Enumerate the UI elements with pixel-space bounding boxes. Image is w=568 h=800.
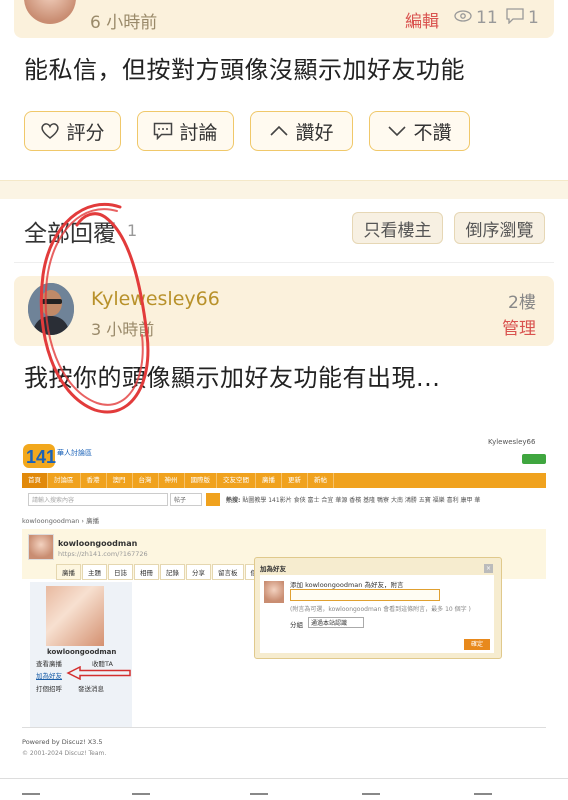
reverse-order-button[interactable]: 倒序瀏覽 (454, 212, 545, 244)
sidebar-name: kowloongoodman (47, 648, 117, 656)
hot-terms: 貼圖教學 141影片 食俠 富士 合宜 華源 香檳 基隆 鴨寮 大南 鴻勝 五寶… (242, 497, 481, 504)
floor-number: 2樓 (508, 293, 536, 313)
side-link-greet: 打個招呼 (36, 685, 62, 693)
tab-guestbook: 留言板 (212, 564, 244, 580)
close-icon: × (484, 564, 493, 573)
add-friend-link: 加為好友 (36, 672, 62, 680)
search-input: 請輸入搜索內容 (28, 493, 168, 506)
manage-link[interactable]: 管理 (502, 314, 536, 339)
eye-icon (454, 10, 472, 22)
tab-diary: 日誌 (108, 564, 133, 580)
search-icon (206, 493, 220, 506)
discuss-button[interactable]: 討論 (137, 111, 234, 151)
discuss-label: 討論 (179, 121, 218, 144)
nav-new: 新帖 (308, 473, 334, 488)
nav-intl: 國際版 (185, 473, 217, 488)
toolbar-icon[interactable] (474, 793, 492, 795)
site-logo: 141 華人討論區 (23, 444, 92, 468)
hot-search: 熱搜: 貼圖教學 141影片 食俠 富士 合宜 華源 香檳 基隆 鴨寮 大南 鴻… (226, 495, 480, 504)
chat-icon (154, 122, 173, 140)
post-time: 6 小時前 (90, 13, 158, 33)
dialog-group-label: 分組 (290, 621, 303, 629)
profile-url: https://zh141.com/?167726 (58, 550, 148, 558)
chevron-down-icon (388, 126, 407, 137)
nav-macau: 澳門 (107, 473, 133, 488)
rate-button[interactable]: 評分 (24, 111, 121, 151)
profile-tabs: 廣播 主題 日誌 相冊 記錄 分享 留言板 個人 (56, 564, 271, 580)
dialog-message: 添加 kowloongoodman 為好友，附言 (290, 581, 404, 589)
only-op-button[interactable]: 只看樓主 (352, 212, 443, 244)
tab-album: 相冊 (134, 564, 159, 580)
nav-hk: 香港 (81, 473, 107, 488)
dislike-button[interactable]: 不讚 (369, 111, 470, 151)
powered-by: Powered by Discuz! X3.5 (22, 738, 103, 746)
red-circle-annotation (39, 202, 150, 414)
footer-divider (22, 727, 546, 728)
side-link-message: 發送消息 (78, 685, 104, 693)
hot-label: 熱搜: (226, 497, 241, 504)
like-button[interactable]: 讚好 (250, 111, 353, 151)
toolbar-icon[interactable] (132, 793, 150, 795)
dialog-note-input (290, 589, 440, 601)
dislike-label: 不讚 (413, 121, 452, 144)
nav-updates: 更新 (282, 473, 308, 488)
nav-home: 首頁 (22, 473, 48, 488)
bottom-divider (0, 778, 568, 779)
nav-broadcast: 廣播 (256, 473, 282, 488)
nav-forum: 討論區 (48, 473, 81, 488)
logo-number: 141 (26, 447, 56, 467)
toolbar-icon[interactable] (22, 793, 40, 795)
like-label: 讚好 (295, 121, 334, 144)
heart-icon (41, 123, 60, 139)
dialog-title: 加為好友 (260, 565, 286, 573)
nav-china: 神州 (159, 473, 185, 488)
edit-link[interactable]: 編輯 (405, 7, 439, 32)
arrow-annotation-icon (66, 666, 131, 680)
rate-label: 評分 (66, 121, 105, 144)
breadcrumb: kowloongoodman › 廣播 (22, 517, 100, 525)
profile-photo (46, 586, 104, 646)
view-count: 11 (476, 8, 498, 28)
chevron-up-icon (270, 125, 289, 136)
comment-icon (506, 8, 524, 24)
logo-subtitle: 華人討論區 (57, 448, 92, 457)
nav-social: 交友空間 (217, 473, 256, 488)
dialog-ok-button: 確定 (464, 639, 490, 650)
toolbar-icon[interactable] (250, 793, 268, 795)
site-nav: 首頁 討論區 香港 澳門 台灣 神州 國際版 交友空間 廣播 更新 新帖 (22, 473, 546, 488)
tab-share: 分享 (186, 564, 211, 580)
dialog-note-hint: (附言為可選，kowloongoodman 會看到這條附言，最多 10 個字 ) (290, 606, 471, 613)
post-body: 能私信，但按對方頭像沒顯示加好友功能 (24, 56, 465, 84)
toolbar-icon[interactable] (362, 793, 380, 795)
dialog-avatar (264, 581, 284, 603)
search-scope: 帖子 (170, 493, 202, 506)
status-badge (522, 454, 546, 464)
tab-broadcast: 廣播 (56, 564, 81, 580)
header-username: Kylewesley66 (488, 438, 536, 446)
tab-records: 記錄 (160, 564, 185, 580)
copyright: © 2001-2024 Discuz! Team. (22, 750, 107, 757)
tab-topics: 主題 (82, 564, 107, 580)
dialog-group-select: 通過本站認識 (308, 617, 364, 628)
nav-taiwan: 台灣 (133, 473, 159, 488)
comment-count: 1 (528, 8, 539, 28)
profile-avatar (28, 534, 54, 560)
profile-name: kowloongoodman (58, 539, 138, 548)
attached-screenshot[interactable]: 141 華人討論區 Kylewesley66 首頁 討論區 香港 澳門 台灣 神… (22, 436, 546, 758)
side-link-broadcast: 查看廣播 (36, 660, 62, 668)
